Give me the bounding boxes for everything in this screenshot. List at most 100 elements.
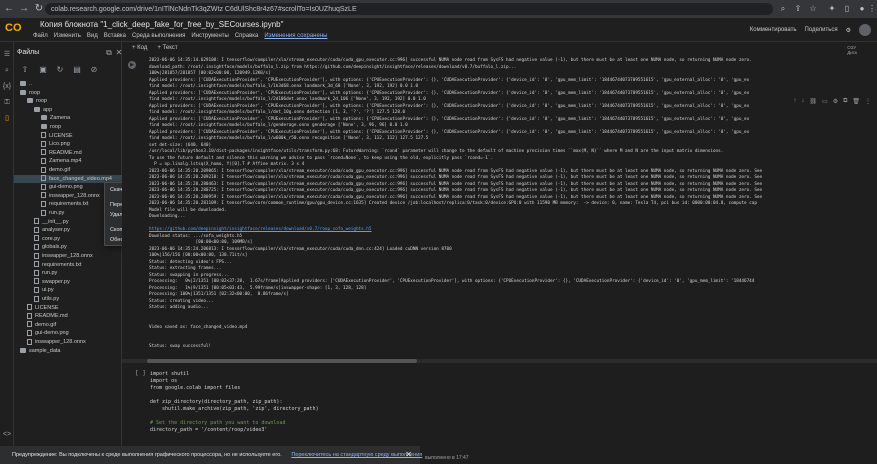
close-icon[interactable]: ✕ xyxy=(405,446,412,464)
file-item[interactable]: README.md xyxy=(14,149,122,157)
run-cell-button[interactable]: [ ] xyxy=(135,370,146,377)
refresh-icon[interactable]: ↻ xyxy=(55,65,65,74)
file-icon xyxy=(34,295,39,302)
output-actions-icon[interactable]: ▶ xyxy=(128,61,136,69)
menu-insert[interactable]: Вставка xyxy=(104,33,126,39)
file-icon xyxy=(34,269,39,276)
comment-icon[interactable]: ▭ xyxy=(822,98,828,105)
folder-item[interactable]: app xyxy=(14,106,122,114)
new-folder-icon[interactable]: ▣ xyxy=(38,65,48,74)
ram-disk-indicator[interactable]: ОЗУ Диск xyxy=(847,45,857,55)
star-icon[interactable]: ☆ xyxy=(808,4,818,14)
files-panel-title: Файлы xyxy=(17,49,40,56)
avatar[interactable] xyxy=(859,24,871,36)
hide-icon[interactable]: ⊘ xyxy=(89,65,99,74)
variables-icon[interactable]: {x} xyxy=(2,82,12,92)
output-line: P = np.linalg.lstsq(X_homo, Y)[0].T # Af… xyxy=(149,162,305,167)
folder-item[interactable]: sample_data xyxy=(14,347,122,355)
toc-icon[interactable]: ☰ xyxy=(2,50,12,60)
file-item[interactable]: ui.py xyxy=(14,286,122,294)
output-line: Status: detecting video's FPS... xyxy=(149,259,232,265)
file-item[interactable]: requirements.txt xyxy=(14,261,122,269)
menu-runtime[interactable]: Среда выполнения xyxy=(132,33,185,39)
mount-drive-icon[interactable]: ▤ xyxy=(72,65,82,74)
output-line: 2023-06-06 14:35:24.206813: I tensorflow… xyxy=(149,246,452,252)
add-code-button[interactable]: + Код xyxy=(132,45,147,51)
share-icon[interactable]: ⇪ xyxy=(793,4,803,14)
notebook-title[interactable]: Копия блокнота "1_click_deep_fake_for_fr… xyxy=(40,20,283,29)
menu-help[interactable]: Справка xyxy=(235,33,259,39)
file-icon xyxy=(27,312,32,319)
file-item[interactable]: LICENSE xyxy=(14,132,122,140)
file-item[interactable]: Zamena.mp4 xyxy=(14,157,122,165)
output-line: Status: creating video... xyxy=(149,298,214,304)
delete-icon[interactable]: 🗑 xyxy=(852,98,860,105)
move-down-icon[interactable]: ↓ xyxy=(801,98,804,105)
switch-runtime-link[interactable]: Переключитесь на стандартную среду выпол… xyxy=(291,452,422,458)
file-item[interactable]: swapper.py xyxy=(14,278,122,286)
reload-icon[interactable]: ↻ xyxy=(33,3,45,15)
forward-icon[interactable]: → xyxy=(18,3,30,15)
tree-item-label: demo.gif xyxy=(49,167,71,173)
add-text-button[interactable]: + Текст xyxy=(157,45,177,51)
code-snippets-icon[interactable]: <> xyxy=(2,430,12,440)
output-line[interactable]: https://github.com/deepinsight/insightfa… xyxy=(149,227,371,233)
file-item[interactable]: gui-demo.png xyxy=(14,329,122,337)
menu-icon[interactable]: ⋮ xyxy=(867,4,877,14)
search-icon[interactable]: ⌕ xyxy=(778,4,788,14)
folder-icon[interactable]: ▯ xyxy=(2,114,12,124)
settings-icon[interactable]: ⚙ xyxy=(833,98,838,105)
folder-item[interactable]: .. xyxy=(14,80,122,88)
file-icon xyxy=(27,304,32,311)
comment-button[interactable]: Комментировать xyxy=(750,27,797,33)
folder-item[interactable]: roop xyxy=(14,123,122,131)
file-item[interactable]: inswapper_128.onnx xyxy=(14,338,122,346)
tree-item-label: README.md xyxy=(49,149,82,156)
file-item[interactable]: inswapper_128.onnx xyxy=(14,252,122,260)
extensions-icon[interactable]: ✦ xyxy=(827,4,837,14)
file-item[interactable]: demo.gif xyxy=(14,321,122,329)
profile-icon[interactable]: ● xyxy=(857,4,867,14)
colab-logo[interactable]: CO xyxy=(5,22,23,34)
file-item[interactable]: demo.gif xyxy=(14,166,122,174)
menu-edit[interactable]: Изменить xyxy=(54,33,81,39)
output-scrollbar[interactable] xyxy=(122,359,877,363)
folder-icon xyxy=(27,98,33,104)
file-icon xyxy=(34,261,39,268)
changes-saved-link[interactable]: Изменения сохранены xyxy=(264,33,327,39)
secrets-icon[interactable]: ⚿ xyxy=(2,98,12,108)
output-line: find model: /root/.insightface/models/bu… xyxy=(149,110,406,115)
share-button[interactable]: Поделиться xyxy=(804,27,837,33)
menu-tools[interactable]: Инструменты xyxy=(191,33,228,39)
settings-icon[interactable]: ⚙ xyxy=(846,27,851,34)
new-window-icon[interactable]: ⧉ xyxy=(104,48,114,57)
output-line: download_path: /root/.insightface/models… xyxy=(149,64,517,70)
menu-view[interactable]: Вид xyxy=(87,33,98,39)
move-up-icon[interactable]: ↑ xyxy=(793,98,796,105)
file-item[interactable]: utils.py xyxy=(14,295,122,303)
output-line: 2023-06-06 14:35:14.629108: I tensorflow… xyxy=(149,58,752,63)
file-item[interactable]: run.py xyxy=(14,269,122,277)
file-item[interactable]: LICENSE xyxy=(14,304,122,312)
folder-item[interactable]: roop xyxy=(14,97,122,105)
more-icon[interactable]: ⋮ xyxy=(865,98,871,105)
menu-file[interactable]: Файл xyxy=(33,33,48,39)
output-line: Status: swapping in progress... xyxy=(149,272,230,278)
tree-item-label: sample_data xyxy=(29,347,61,354)
back-icon[interactable]: ← xyxy=(3,3,15,15)
search-icon[interactable]: ⌕ xyxy=(2,66,12,76)
mirror-icon[interactable]: ⧉ xyxy=(843,98,847,105)
folder-item[interactable]: Zamena xyxy=(14,114,122,122)
file-item[interactable]: Lico.png xyxy=(14,140,122,148)
tree-item-label: inswapper_128.onnx xyxy=(42,253,93,259)
link-icon[interactable]: ⛓ xyxy=(809,98,817,105)
code-line: def zip_directory(directory_path, zip_pa… xyxy=(150,399,283,405)
output-line: Applied providers: ['CUDAExecutionProvid… xyxy=(149,129,750,135)
address-bar[interactable]: colab.research.google.com/drive/1nITlNcN… xyxy=(45,3,773,15)
file-item[interactable]: README.md xyxy=(14,312,122,320)
folder-item[interactable]: roop xyxy=(14,89,122,97)
output-line: find model: /root/.insightface/models/bu… xyxy=(149,97,426,102)
upload-icon[interactable]: ⇧ xyxy=(20,65,30,74)
sidebar-icon[interactable]: ▯ xyxy=(842,4,852,14)
output-line: Applied providers: ['CUDAExecutionProvid… xyxy=(149,103,750,109)
